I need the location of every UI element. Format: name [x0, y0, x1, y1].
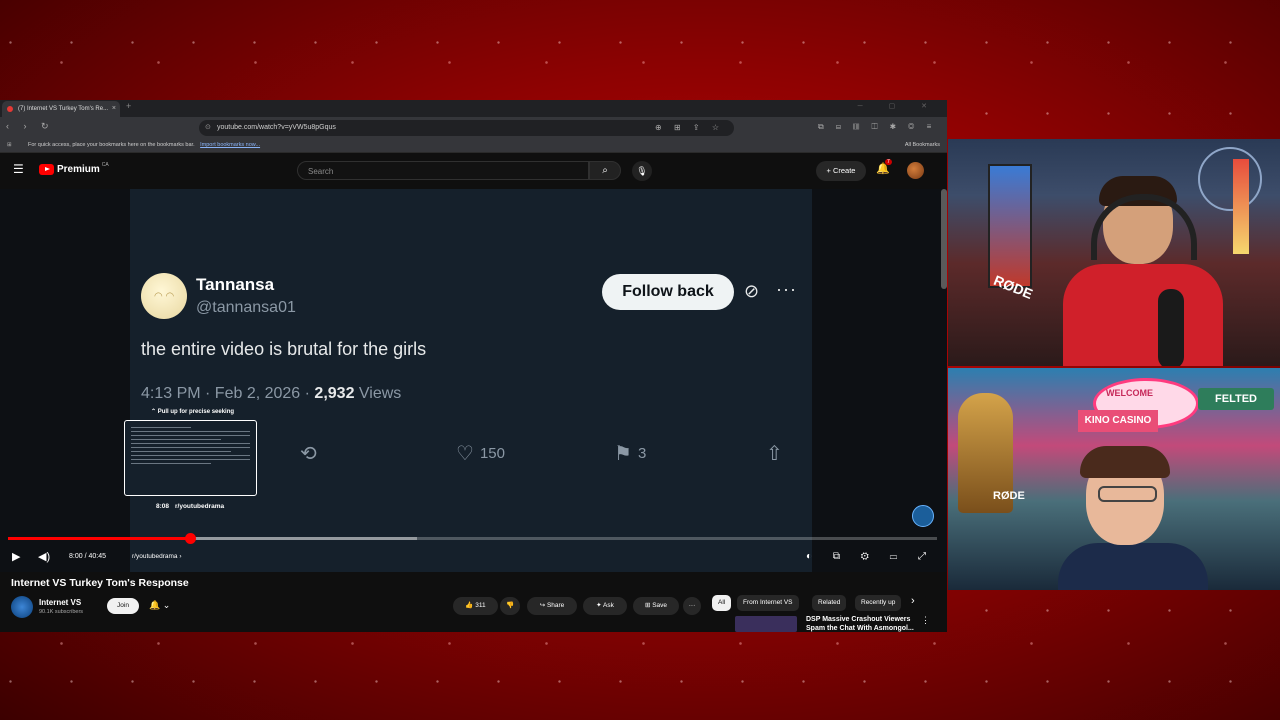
address-bar-row: ‹ › ↻ ⊙ youtube.com/watch?v=yVW5u8pGqus …: [0, 117, 947, 139]
all-bookmarks-button[interactable]: All Bookmarks: [905, 139, 940, 152]
bookmark-icon: ⚑: [614, 443, 632, 465]
tweet-meta: 4:13 PM · Feb 2, 2026 · 2,932 Views: [141, 385, 402, 402]
share-button[interactable]: ↪ Share: [527, 597, 577, 615]
bookmark-count: 3: [637, 445, 647, 462]
tweet-text: the entire video is brutal for the girls: [141, 339, 427, 359]
tweet-author-handle: @tannansa01: [196, 299, 296, 316]
retweet-action: ⟲: [300, 441, 317, 466]
right-controls[interactable]: ◐ ⧉ ⚙ ▭ ⤢: [806, 551, 935, 562]
chip-from-internet-vs[interactable]: From Internet VS: [737, 595, 799, 611]
webcam-bottom: WELCOME KINO CASINO FELTED RØDE: [948, 368, 1280, 590]
search-icon[interactable]: ⌕: [589, 161, 621, 180]
more-actions-button[interactable]: ···: [683, 597, 701, 615]
heart-icon: ♡: [456, 443, 474, 465]
account-avatar[interactable]: [907, 162, 924, 179]
chip-recently-uploaded[interactable]: Recently up: [855, 595, 901, 611]
youtube-favicon-icon: [7, 106, 13, 112]
volume-icon[interactable]: ◀): [38, 550, 50, 563]
apps-icon[interactable]: ⊞: [7, 139, 12, 152]
youtube-header: ☰ Premium CA Search ⌕ 🎙 + Create 🔔 7: [0, 153, 947, 189]
channel-name[interactable]: Internet VS: [39, 598, 81, 607]
like-button[interactable]: 👍 311: [453, 597, 498, 615]
import-bookmarks-link[interactable]: Import bookmarks now...: [200, 142, 260, 148]
url-actions[interactable]: ⊕ ⊞ ⇪ ☆: [655, 120, 724, 136]
follow-back-button: Follow back: [602, 274, 734, 310]
arcade-cabinet: [988, 164, 1032, 288]
browser-tab[interactable]: (7) Internet VS Turkey Tom's Re... ×: [2, 101, 120, 117]
video-title: Internet VS Turkey Tom's Response: [11, 577, 189, 589]
youtube-play-logo-icon: [39, 164, 54, 175]
window-controls[interactable]: ─ ▢ ✕: [858, 102, 939, 110]
site-info-icon[interactable]: ⊙: [205, 120, 211, 136]
tweet-views-count: 2,932: [314, 385, 355, 402]
subscriber-count: 90.1K subscribers: [39, 609, 84, 615]
youtube-premium-logo[interactable]: Premium CA: [39, 161, 109, 175]
progress-fill: [8, 537, 191, 540]
new-tab-button[interactable]: +: [126, 101, 131, 111]
streamer-one: [1063, 174, 1223, 366]
tweet-card: ◠ ◠ Tannansa @tannansa01 Follow back ⊘ ·…: [130, 189, 812, 572]
seek-hint: ⌃ Pull up for precise seeking: [151, 409, 235, 415]
extension-icons[interactable]: ⧉ ⊟ ▥ ◫ ✱ ◎ ≡: [818, 122, 936, 132]
recommendation-more-icon[interactable]: ⋮: [921, 615, 930, 626]
tweet-avatar: ◠ ◠: [141, 273, 187, 319]
url-field[interactable]: ⊙ youtube.com/watch?v=yVW5u8pGqus ⊕ ⊞ ⇪ …: [199, 120, 734, 136]
more-icon: ···: [776, 279, 797, 299]
bookmarks-message: For quick access, place your bookmarks h…: [28, 142, 195, 148]
streamer-two: [1058, 438, 1208, 590]
bookmarks-bar: ⊞ For quick access, place your bookmarks…: [0, 139, 947, 153]
bookmark-action: ⚑ 3: [614, 441, 646, 466]
tab-close-icon[interactable]: ×: [112, 101, 116, 117]
channel-avatar[interactable]: [11, 596, 33, 618]
voice-search-icon[interactable]: 🎙: [632, 161, 652, 181]
subscription-bell-icon[interactable]: 🔔 ⌄: [149, 600, 170, 611]
kino-casino-sign: KINO CASINO: [1078, 410, 1158, 432]
ask-button[interactable]: ✦ Ask: [583, 597, 627, 615]
page-scrollbar[interactable]: [941, 189, 947, 289]
tweet-author-name: Tannansa: [196, 275, 275, 294]
microphone-icon: [1158, 289, 1184, 366]
scrubber-handle[interactable]: [184, 533, 196, 544]
chip-related[interactable]: Related: [812, 595, 847, 611]
join-button[interactable]: Join: [107, 598, 139, 614]
share-icon: ⇧: [766, 443, 783, 465]
felted-sign: FELTED: [1198, 388, 1274, 410]
progress-bar[interactable]: [8, 537, 937, 540]
search-input[interactable]: Search: [297, 161, 589, 180]
seek-preview-label: 8:08 r/youtubedrama: [156, 503, 225, 510]
tab-strip: (7) Internet VS Turkey Tom's Re... × + ─…: [0, 100, 947, 117]
channel-watermark-icon[interactable]: [912, 505, 934, 527]
create-button[interactable]: + Create: [816, 161, 866, 181]
tab-title: (7) Internet VS Turkey Tom's Re...: [18, 106, 109, 112]
like-count: 150: [479, 445, 505, 462]
chapter-button[interactable]: r/youtubedrama ›: [132, 553, 182, 560]
logo-text: Premium: [57, 164, 100, 175]
video-info: Internet VS Turkey Tom's Response Intern…: [0, 572, 947, 632]
browser-window: (7) Internet VS Turkey Tom's Re... × + ─…: [0, 100, 947, 632]
country-code: CA: [101, 161, 109, 168]
url-text: youtube.com/watch?v=yVW5u8pGqus: [217, 124, 336, 131]
seek-preview-thumbnail: [124, 420, 257, 496]
ferris-wheel: [1198, 147, 1262, 211]
grok-icon: ⊘: [744, 281, 760, 301]
share-action: ⇧: [766, 441, 783, 466]
time-display: 8:00 / 40:45: [69, 553, 106, 560]
recommendation-title[interactable]: DSP Massive Crashout Viewers Spam the Ch…: [806, 615, 924, 632]
chips-next-icon[interactable]: ›: [911, 595, 915, 607]
dislike-button[interactable]: 👎: [500, 597, 520, 615]
retweet-icon: ⟲: [300, 443, 317, 465]
chip-all[interactable]: All: [712, 595, 732, 611]
nav-buttons[interactable]: ‹ › ↻: [6, 121, 55, 132]
tower-decoration: [1233, 159, 1249, 254]
like-action: ♡ 150: [456, 441, 505, 466]
video-player[interactable]: ◠ ◠ Tannansa @tannansa01 Follow back ⊘ ·…: [0, 189, 947, 572]
notification-count-badge: 7: [885, 159, 892, 165]
save-button[interactable]: ⊞ Save: [633, 597, 679, 615]
play-icon[interactable]: ▶: [12, 550, 20, 563]
mic-brand-bottom: RØDE: [993, 490, 1025, 502]
recommendation-thumbnail[interactable]: [735, 616, 797, 632]
webcam-top: RØDE: [948, 139, 1280, 366]
player-controls: ▶ ◀) 8:00 / 40:45 r/youtubedrama › ◐ ⧉ ⚙…: [0, 545, 947, 572]
menu-icon[interactable]: ☰: [13, 162, 24, 176]
